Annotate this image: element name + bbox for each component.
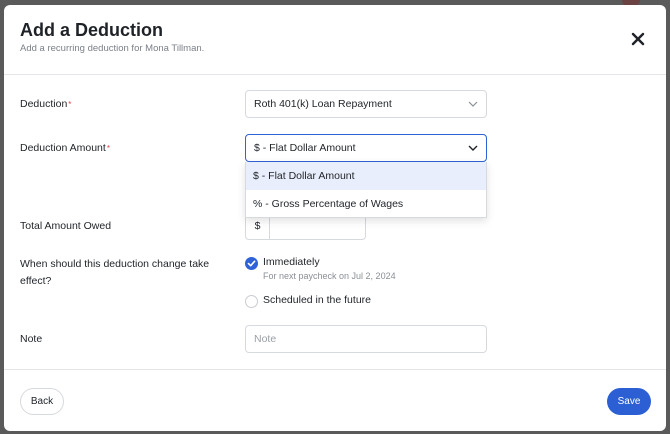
required-mark: * (68, 100, 72, 109)
note-label: Note (20, 333, 43, 345)
radio-immediately-button[interactable] (245, 257, 258, 270)
deduction-select-value: Roth 401(k) Loan Repayment (254, 98, 392, 110)
note-input[interactable] (245, 325, 487, 353)
option-flat-dollar[interactable]: $ - Flat Dollar Amount (246, 162, 486, 190)
deduction-amount-select-value: $ - Flat Dollar Amount (254, 142, 356, 154)
option-gross-percentage[interactable]: % - Gross Percentage of Wages (246, 190, 486, 218)
deduction-select[interactable]: Roth 401(k) Loan Repayment (245, 90, 487, 118)
close-button[interactable] (626, 27, 650, 51)
add-deduction-modal: Add a Deduction Add a recurring deductio… (4, 5, 666, 431)
modal-header: Add a Deduction Add a recurring deductio… (4, 5, 666, 75)
modal-footer: Back Save (4, 369, 666, 431)
radio-scheduled-label: Scheduled in the future (263, 294, 371, 306)
deduction-label-text: Deduction (20, 98, 68, 110)
deduction-label: Deduction* (20, 96, 71, 113)
required-mark: * (106, 144, 110, 153)
modal-subtitle: Add a recurring deduction for Mona Tillm… (20, 43, 205, 54)
deduction-amount-label: Deduction Amount* (20, 140, 110, 157)
deduction-amount-dropdown: $ - Flat Dollar Amount % - Gross Percent… (245, 162, 487, 218)
chevron-down-icon (468, 101, 478, 107)
deduction-amount-select[interactable]: $ - Flat Dollar Amount (245, 134, 487, 162)
back-button[interactable]: Back (20, 388, 64, 415)
close-icon (631, 32, 645, 46)
radio-immediately-label: Immediately (263, 256, 320, 268)
chevron-down-icon (468, 145, 478, 151)
effective-label: When should this deduction change take e… (20, 258, 210, 287)
radio-scheduled-button[interactable] (245, 295, 258, 308)
modal-title: Add a Deduction (20, 20, 163, 40)
save-button[interactable]: Save (607, 388, 651, 415)
radio-immediately-help: For next paycheck on Jul 2, 2024 (263, 271, 396, 281)
check-icon (247, 260, 256, 267)
total-amount-owed-label: Total Amount Owed (20, 220, 112, 232)
deduction-amount-label-text: Deduction Amount (20, 142, 106, 154)
